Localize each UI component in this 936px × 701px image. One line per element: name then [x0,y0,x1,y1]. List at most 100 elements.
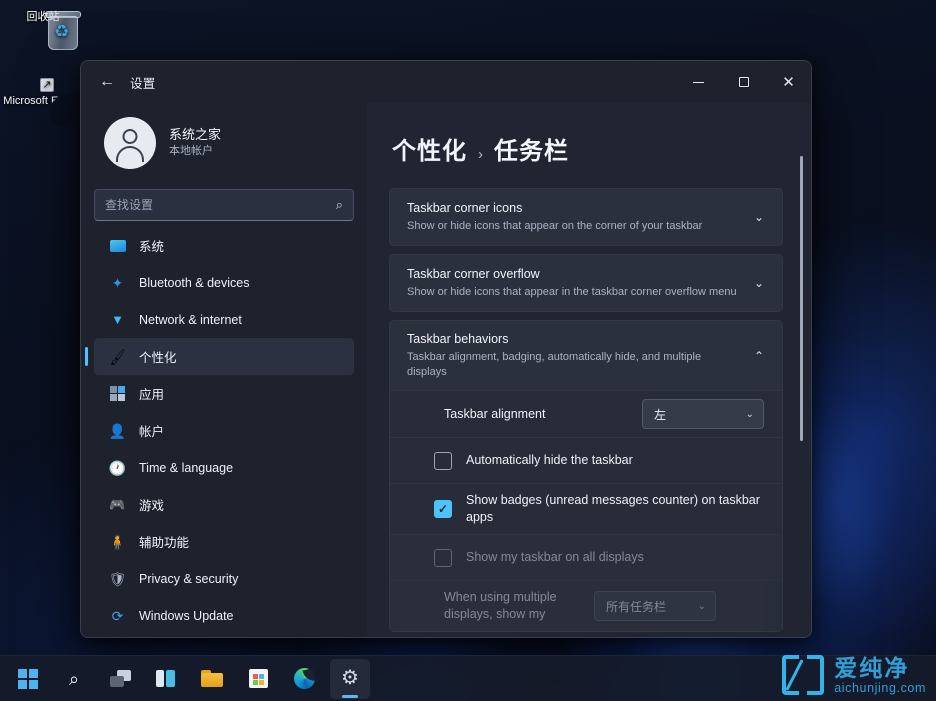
row-show-taskbar-all-displays: Show my taskbar on all displays [390,534,782,580]
content-scrollbar[interactable] [796,156,807,629]
sidebar-item-time-language[interactable]: 🕐 Time & language [94,449,354,486]
widgets-icon [156,670,176,687]
settings-window: ← 设置 ✕ 系统之家 本地帐户 [80,60,812,638]
minimize-button[interactable] [676,61,721,103]
row-label: Automatically hide the taskbar [466,452,633,469]
window-titlebar: ← 设置 ✕ [81,61,811,103]
row-taskbar-alignment: Taskbar alignment 左 ⌄ [390,390,782,437]
show-all-displays-checkbox [434,549,452,567]
sidebar-item-label: 帐户 [139,421,164,440]
sidebar-item-label: Bluetooth & devices [139,276,250,290]
maximize-icon [739,77,749,87]
sidebar-item-system[interactable]: 系统 [94,227,354,264]
sidebar-nav-list: 系统 ✦ Bluetooth & devices ▼ Network & int… [94,227,354,634]
multiple-displays-dropdown: 所有任务栏 ⌄ [594,591,716,621]
close-icon: ✕ [782,75,795,90]
sidebar-item-accounts[interactable]: 👤 帐户 [94,412,354,449]
card-title: Taskbar corner overflow [407,266,740,283]
taskbar-widgets-button[interactable] [146,659,186,699]
search-icon: ⌕ [336,197,343,213]
automatically-hide-checkbox[interactable] [434,452,452,470]
taskbar-task-view-button[interactable] [100,659,140,699]
chevron-down-icon[interactable]: ⌄ [754,276,764,290]
sidebar-item-label: Windows Update [139,609,234,623]
sidebar-item-accessibility[interactable]: 🧍 辅助功能 [94,523,354,560]
card-header[interactable]: Taskbar behaviors Taskbar alignment, bad… [390,321,782,390]
chevron-up-icon[interactable]: ⌃ [754,349,764,363]
taskbar-start-button[interactable] [8,659,48,699]
breadcrumb: 个性化 › 任务栏 [389,131,783,166]
taskbar-search-button[interactable]: ⌕ [54,659,94,699]
window-controls: ✕ [676,61,811,103]
desktop-icon-recycle-bin[interactable]: ♻ 回收站 [3,8,83,24]
system-icon [109,237,126,254]
row-label: When using multiple displays, show my [444,589,594,623]
sidebar-item-personalization[interactable]: 🖌 个性化 [94,338,354,375]
taskbar-microsoft-store-button[interactable] [238,659,278,699]
row-multiple-displays-show: When using multiple displays, show my 所有… [390,580,782,631]
back-arrow-icon: ← [99,73,115,91]
sidebar-item-bluetooth-devices[interactable]: ✦ Bluetooth & devices [94,264,354,301]
taskbar-microsoft-edge-button[interactable] [284,659,324,699]
row-show-badges[interactable]: Show badges (unread messages counter) on… [390,483,782,534]
sidebar-item-windows-update[interactable]: ⟳ Windows Update [94,597,354,634]
card-header[interactable]: Taskbar corner icons Show or hide icons … [390,189,782,245]
taskbar-settings-button[interactable]: ⚙ [330,659,370,699]
taskbar-file-explorer-button[interactable] [192,659,232,699]
taskbar-alignment-dropdown[interactable]: 左 ⌄ [642,399,764,429]
start-icon [18,669,38,689]
profile-name: 系统之家 [169,127,221,143]
card-title: Taskbar corner icons [407,200,740,217]
card-description: Show or hide icons that appear on the co… [407,219,740,234]
sidebar-item-label: Network & internet [139,313,242,327]
user-profile[interactable]: 系统之家 本地帐户 [94,103,354,175]
desktop-icon-microsoft-edge[interactable]: ↗ Microsoft Edge [0,92,80,108]
sidebar-item-label: 游戏 [139,495,164,514]
card-taskbar-corner-icons: Taskbar corner icons Show or hide icons … [389,188,783,246]
sidebar-item-gaming[interactable]: 🎮 游戏 [94,486,354,523]
row-label: Show my taskbar on all displays [466,549,644,566]
card-taskbar-behaviors: Taskbar behaviors Taskbar alignment, bad… [389,320,783,632]
shortcut-arrow-icon: ↗ [40,78,54,92]
search-input[interactable] [105,198,330,212]
sidebar-item-label: Time & language [139,461,233,475]
sidebar-item-apps[interactable]: 应用 [94,375,354,412]
desktop-icon-label-line1: Microsoft [3,95,48,107]
card-header[interactable]: Taskbar corner overflow Show or hide ico… [390,255,782,311]
back-button[interactable]: ← [90,67,124,97]
watermark-chinese-text: 爱纯净 [834,656,926,681]
search-icon: ⌕ [69,670,79,688]
row-automatically-hide-taskbar[interactable]: Automatically hide the taskbar [390,437,782,483]
microsoft-edge-icon [294,668,315,689]
sidebar-item-label: 个性化 [139,347,177,366]
watermark-domain-text: aichunjing.com [834,681,926,695]
profile-subtitle: 本地帐户 [169,144,221,159]
windows-update-icon: ⟳ [109,607,126,624]
dropdown-value: 左 [654,406,746,423]
scrollbar-thumb[interactable] [800,156,803,441]
show-badges-checkbox[interactable] [434,500,452,518]
search-box[interactable]: ⌕ [94,189,354,221]
file-explorer-icon [201,670,223,687]
settings-content: 个性化 › 任务栏 Taskbar corner icons Show or h… [367,103,811,637]
chevron-down-icon: ⌄ [746,409,754,420]
personalization-icon: 🖌 [108,347,127,366]
microsoft-store-icon [249,669,268,688]
card-taskbar-corner-overflow: Taskbar corner overflow Show or hide ico… [389,254,783,312]
sidebar-item-network-internet[interactable]: ▼ Network & internet [94,301,354,338]
card-description: Taskbar alignment, badging, automaticall… [407,350,740,380]
page-title: 任务栏 [494,131,569,166]
close-button[interactable]: ✕ [766,61,811,103]
minimize-icon [693,82,704,83]
row-label: Taskbar alignment [444,406,642,423]
window-title: 设置 [130,73,156,92]
time-language-icon: 🕐 [109,459,126,476]
maximize-button[interactable] [721,61,766,103]
chevron-down-icon[interactable]: ⌄ [754,210,764,224]
breadcrumb-parent[interactable]: 个性化 [392,131,467,166]
chevron-down-icon: ⌄ [698,601,706,612]
watermark: 爱纯净 aichunjing.com [781,653,926,697]
sidebar-item-privacy-security[interactable]: 🛡 Privacy & security [94,560,354,597]
breadcrumb-separator-icon: › [478,146,483,163]
dropdown-value: 所有任务栏 [606,598,698,615]
